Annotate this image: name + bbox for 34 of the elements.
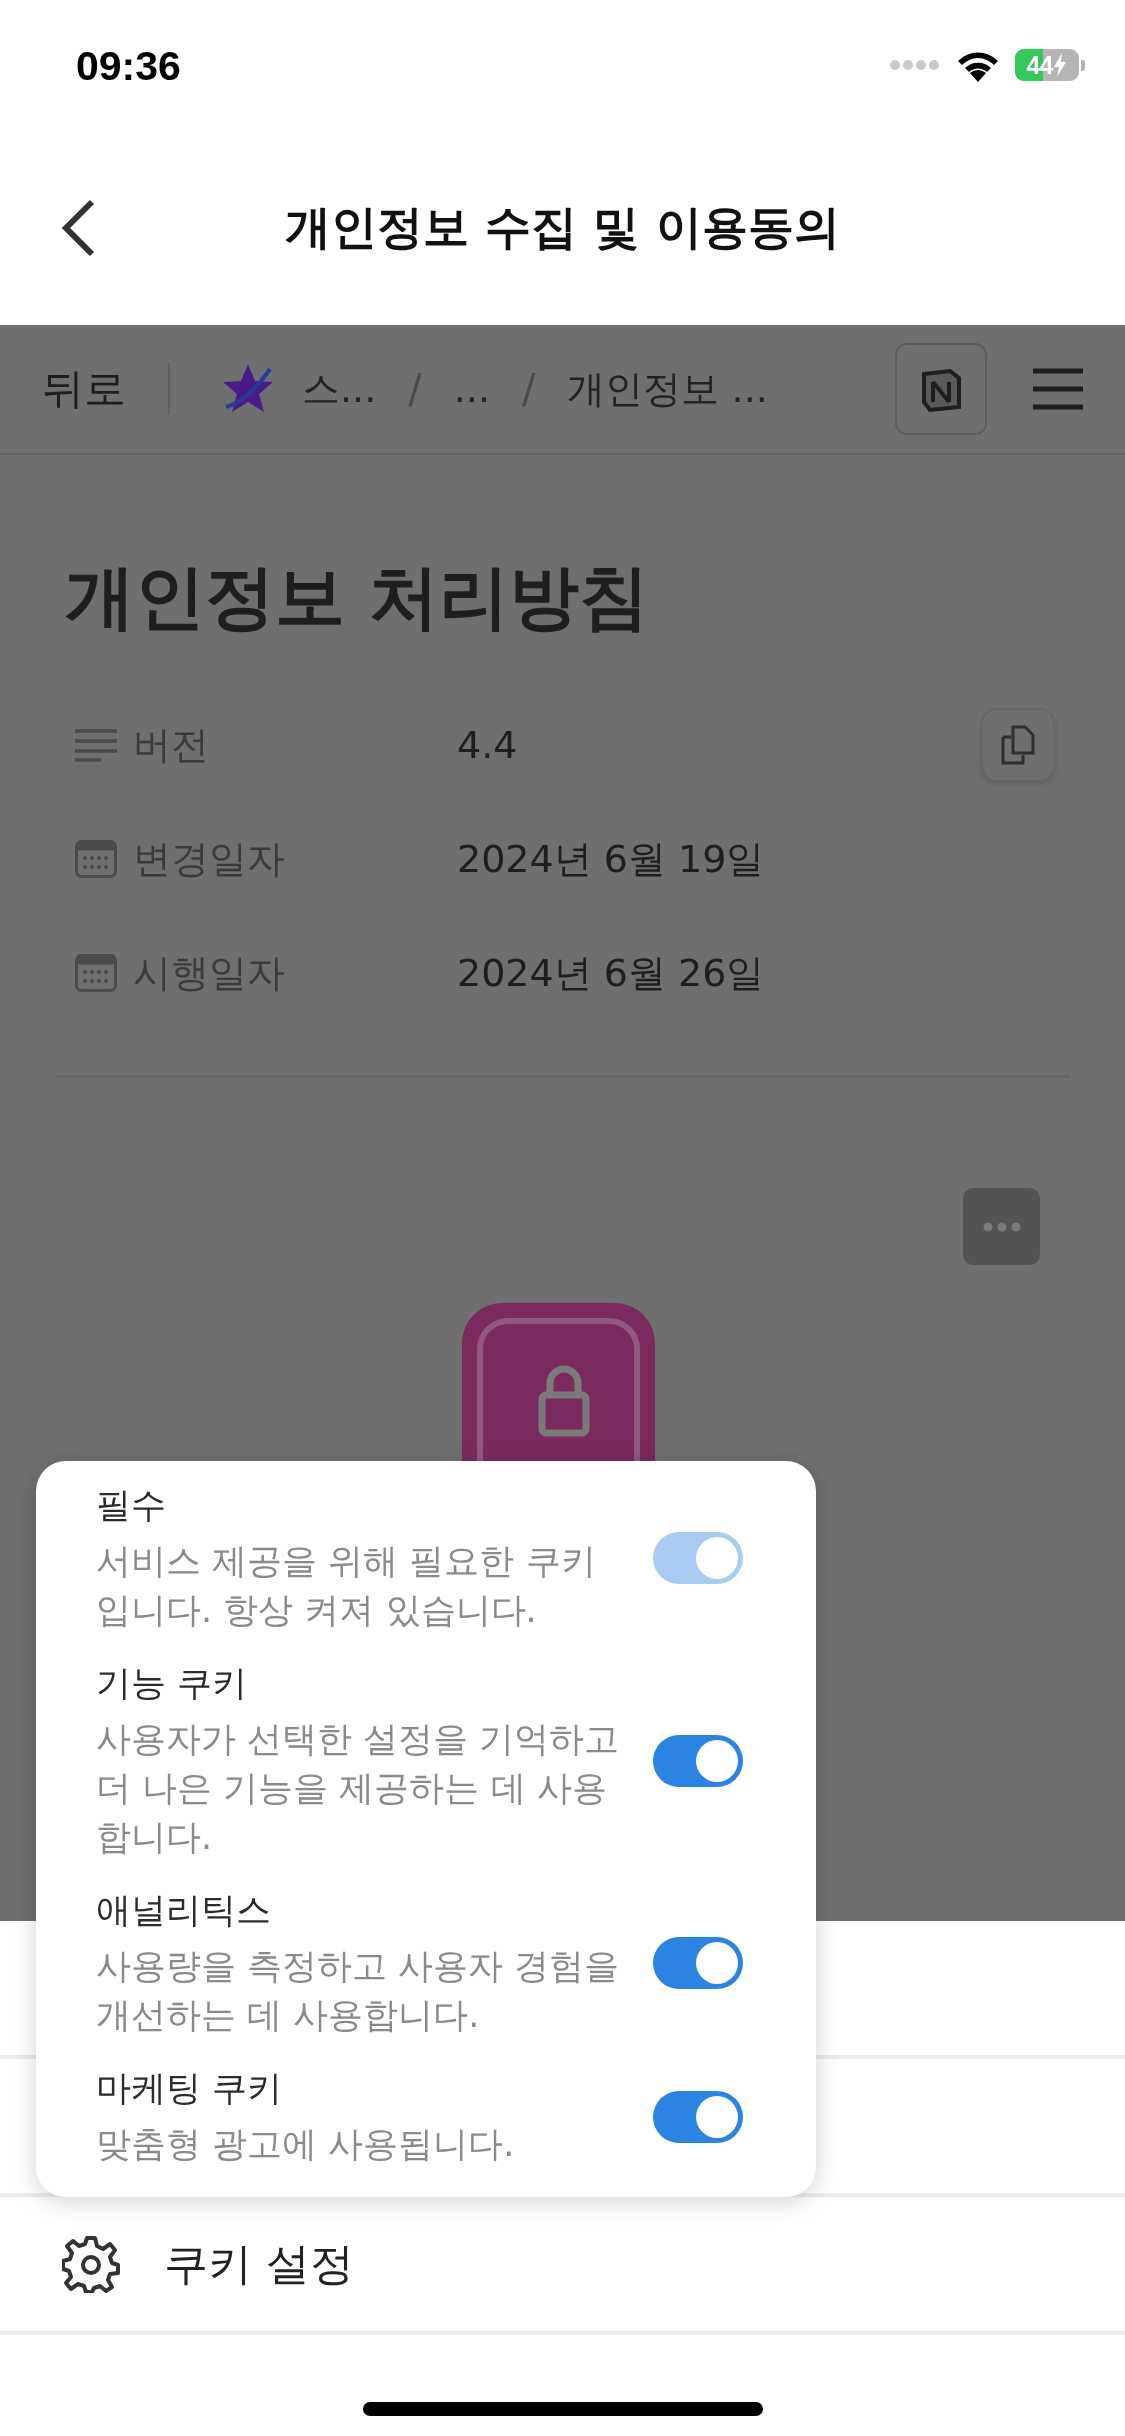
notion-button[interactable]	[895, 343, 987, 435]
header-title: 개인정보 수집 및 이용동의	[285, 198, 840, 256]
cookie-description: 맞춤형 광고에 사용됩니다.	[96, 2123, 516, 2166]
breadcrumb-separator: /	[408, 366, 422, 412]
cookie-title: 필수	[96, 1484, 167, 1527]
property-value: 2024년 6월 26일	[457, 949, 766, 997]
page-title: 개인정보 처리방침	[65, 555, 651, 640]
calendar-icon	[75, 840, 117, 878]
lock-icon	[462, 1303, 655, 1464]
breadcrumb-link[interactable]: ...	[453, 367, 490, 411]
toggle-switch[interactable]	[653, 2090, 743, 2143]
property-value: 4.4	[457, 723, 519, 767]
cookie-description: 사용자가 선택한 설정을 기억하고 더 나은 기능을 제공하는 데 사용합니다.	[96, 1718, 621, 1859]
breadcrumb-separator: /	[522, 366, 536, 412]
text-lines-icon	[75, 728, 117, 762]
toggle-switch[interactable]	[653, 1734, 743, 1787]
settings-icon	[62, 2235, 120, 2293]
copy-icon	[1001, 725, 1035, 765]
cookie-title: 애널리틱스	[96, 1889, 272, 1932]
breadcrumb-link[interactable]: 개인정보 ...	[567, 363, 768, 415]
signal-icon	[889, 59, 941, 71]
property-value: 2024년 6월 19일	[457, 835, 766, 883]
back-link[interactable]: 뒤로	[42, 361, 126, 417]
status-time: 09:36	[76, 42, 181, 90]
cookie-description: 사용량을 측정하고 사용자 경험을 개선하는 데 사용합니다.	[96, 1945, 621, 2037]
breadcrumb-link[interactable]: 스...	[302, 363, 377, 415]
more-icon	[981, 1221, 1022, 1232]
calendar-icon	[75, 954, 117, 992]
cookie-title: 마케팅 쿠키	[96, 2067, 284, 2110]
toggle-switch[interactable]	[653, 1937, 743, 1989]
menu-icon[interactable]	[1031, 367, 1085, 411]
cookie-title: 기능 쿠키	[96, 1662, 249, 1705]
cookie-description: 서비스 제공을 위해 필요한 쿠키입니다. 항상 켜져 있습니다.	[96, 1540, 597, 1632]
copy-button[interactable]	[981, 708, 1055, 782]
